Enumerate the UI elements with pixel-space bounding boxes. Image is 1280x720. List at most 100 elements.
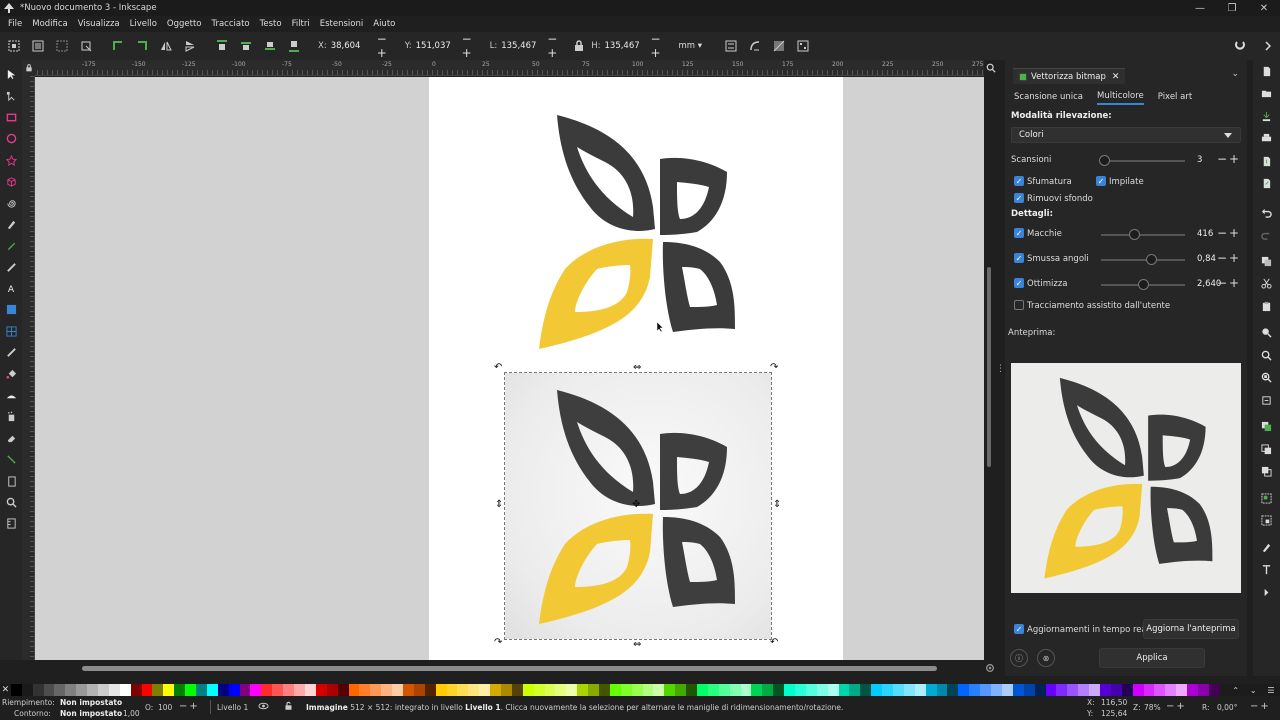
color-swatch[interactable] [555, 684, 567, 696]
speckles-checkbox[interactable]: ✓ [1014, 228, 1024, 238]
color-swatch[interactable] [511, 684, 523, 696]
text-tool-icon[interactable]: A [2, 278, 20, 299]
import-icon[interactable] [1257, 150, 1277, 173]
zoom-value[interactable]: 78% [1144, 703, 1161, 712]
rotation-value[interactable]: 0,00° [1217, 703, 1237, 712]
color-swatch[interactable] [65, 684, 77, 696]
scale-corners-icon[interactable] [743, 34, 767, 58]
color-swatch[interactable] [1078, 684, 1090, 696]
color-swatch[interactable] [1110, 684, 1122, 696]
scans-slider-knob[interactable] [1099, 155, 1110, 166]
horizontal-scrollbar[interactable] [82, 666, 937, 671]
deselect-icon[interactable] [50, 34, 74, 58]
color-swatch[interactable] [261, 684, 273, 696]
color-swatch[interactable] [773, 684, 785, 696]
palette-scroll-up-icon[interactable]: ⌃ [1232, 686, 1239, 695]
current-layer[interactable]: Livello 1 [217, 703, 248, 712]
color-swatch[interactable] [1154, 684, 1166, 696]
color-swatch[interactable] [163, 684, 175, 696]
tab-multicolor[interactable]: Multicolore [1097, 91, 1144, 105]
width-input[interactable]: 135,467 [501, 41, 547, 51]
menu-help[interactable]: Aiuto [368, 19, 400, 29]
color-swatch[interactable] [130, 684, 142, 696]
pencil-tool-icon[interactable] [2, 235, 20, 256]
stroke-width-value[interactable]: 1,00 [123, 709, 140, 718]
eraser-tool-icon[interactable] [2, 428, 20, 449]
open-file-icon[interactable] [1257, 83, 1277, 106]
canvas[interactable]: ↶ ⇔ ↷ ⇕ ⇕ ✥ ↷ ⇔ ↶ [35, 77, 984, 660]
rotate-handle-bottom-left[interactable]: ↷ [494, 637, 502, 648]
color-swatch[interactable] [76, 684, 88, 696]
color-swatch[interactable] [87, 684, 99, 696]
vertical-scrollbar[interactable] [986, 77, 992, 660]
vertical-ruler[interactable] [22, 76, 35, 660]
menu-path[interactable]: Tracciato [207, 19, 255, 29]
spray-tool-icon[interactable] [2, 406, 20, 427]
color-swatch[interactable] [827, 684, 839, 696]
color-swatch[interactable] [185, 684, 197, 696]
horizontal-ruler[interactable]: -175 -150 -125 -100 -75 -50 -25 0 25 50 … [22, 60, 984, 76]
color-swatch[interactable] [141, 684, 153, 696]
opacity-value[interactable]: 100 [158, 703, 172, 712]
color-swatch[interactable] [1012, 684, 1024, 696]
more-commands-icon[interactable] [1257, 581, 1277, 604]
zoom-tool-icon[interactable] [2, 492, 20, 513]
width-stepper[interactable]: −+ [547, 32, 571, 60]
traced-logo[interactable] [535, 107, 745, 352]
duplicate-icon[interactable] [1257, 416, 1277, 439]
rotate-handle-bottom-right[interactable]: ↶ [770, 637, 778, 648]
speckles-slider[interactable] [1101, 229, 1185, 240]
rotate-handle-top-left[interactable]: ↶ [494, 362, 502, 373]
color-swatch[interactable] [882, 684, 894, 696]
color-swatch[interactable] [348, 684, 360, 696]
color-swatch[interactable] [500, 684, 512, 696]
smooth-corners-slider-knob[interactable] [1146, 254, 1157, 265]
move-gradients-icon[interactable] [767, 34, 791, 58]
menu-view[interactable]: Visualizza [73, 19, 125, 29]
color-swatch[interactable] [871, 684, 883, 696]
rectangle-tool-icon[interactable] [2, 107, 20, 128]
y-stepper[interactable]: −+ [462, 32, 486, 60]
menu-extensions[interactable]: Estensioni [315, 19, 369, 29]
color-swatch[interactable] [598, 684, 610, 696]
color-swatch[interactable] [1056, 684, 1068, 696]
smooth-corners-checkbox[interactable]: ✓ [1014, 253, 1024, 263]
color-swatch[interactable] [1023, 684, 1035, 696]
spiral-tool-icon[interactable] [2, 192, 20, 213]
ellipse-tool-icon[interactable] [2, 128, 20, 149]
color-swatch[interactable] [174, 684, 186, 696]
color-swatch[interactable] [675, 684, 687, 696]
toolbar-overflow-icon[interactable] [1256, 34, 1280, 58]
color-swatch[interactable] [980, 684, 992, 696]
stroke-value[interactable]: Non impostato [60, 709, 122, 718]
color-swatch[interactable] [217, 684, 229, 696]
menu-text[interactable]: Testo [255, 19, 287, 29]
color-swatch[interactable] [370, 684, 382, 696]
scans-slider[interactable] [1099, 155, 1185, 166]
apply-button[interactable]: Applica [1099, 648, 1205, 668]
menu-file[interactable]: File [3, 19, 27, 29]
rotate-cw-icon[interactable] [130, 34, 154, 58]
cut-icon[interactable] [1257, 273, 1277, 296]
color-swatch[interactable] [903, 684, 915, 696]
color-swatch[interactable] [751, 684, 763, 696]
color-swatch[interactable] [1099, 684, 1111, 696]
info-icon[interactable]: ⓘ [1010, 649, 1028, 667]
flip-horizontal-icon[interactable] [154, 34, 178, 58]
ungroup-icon[interactable] [1257, 510, 1277, 533]
color-swatch[interactable] [392, 684, 403, 696]
smooth-corners-value[interactable]: 0,84 [1197, 254, 1216, 264]
tab-single-scan[interactable]: Scansione unica [1014, 92, 1083, 104]
stack-checkbox[interactable]: ✓ [1096, 176, 1106, 186]
color-swatch[interactable] [490, 684, 501, 696]
skew-handle-left[interactable]: ⇕ [495, 499, 503, 510]
snap-toggle-icon[interactable] [1228, 34, 1252, 58]
color-swatch[interactable] [686, 684, 697, 696]
live-updates-checkbox[interactable]: ✓ [1014, 624, 1024, 634]
skew-handle-bottom[interactable]: ⇔ [633, 639, 641, 650]
color-swatch[interactable] [424, 684, 436, 696]
color-swatch[interactable] [326, 684, 338, 696]
gradient-tool-icon[interactable] [2, 299, 20, 320]
speckles-stepper[interactable]: −+ [1217, 226, 1241, 240]
smooth-corners-stepper[interactable]: −+ [1217, 251, 1241, 265]
